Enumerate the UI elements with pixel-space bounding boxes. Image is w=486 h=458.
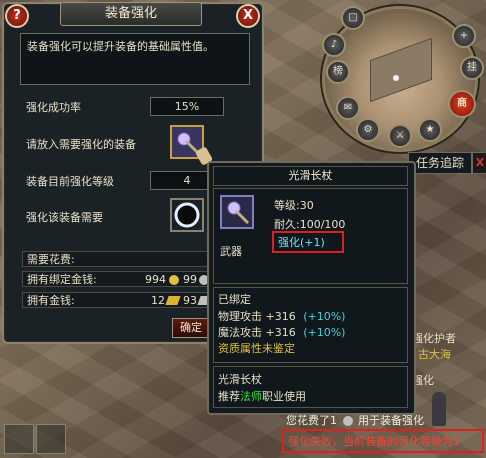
npc-name: 古大海 xyxy=(418,348,451,361)
minimap-rank-button[interactable]: 榜 xyxy=(326,60,350,84)
minimap-building xyxy=(370,37,432,103)
minimap-sword-button[interactable]: ⚔ xyxy=(388,124,412,148)
enhance-description: 装备强化可以提升装备的基础属性值。 xyxy=(20,33,250,85)
minimap-zoom-button[interactable]: + xyxy=(452,24,476,48)
recommend-class: 法师 xyxy=(240,390,262,403)
panel-title: 装备强化 xyxy=(60,2,202,26)
tooltip-title: 光滑长杖 xyxy=(213,166,408,186)
tooltip-attr1: 物理攻击 +316 (+10%) xyxy=(218,310,346,323)
money-value-2: 93 xyxy=(183,294,197,307)
quest-tracker-tab[interactable]: 任务追踪 xyxy=(408,152,472,174)
tooltip-level: 等级:30 xyxy=(274,199,314,212)
bound-money-value: 994 xyxy=(145,273,166,286)
attr2-bonus: (+10%) xyxy=(303,326,346,339)
tooltip-recommend: 推荐法师职业使用 xyxy=(218,390,306,403)
player-marker-icon xyxy=(393,75,399,81)
shop-button[interactable]: 商 xyxy=(448,90,476,118)
tooltip-durability: 耐久:100/100 xyxy=(274,218,346,231)
action-slot-2[interactable] xyxy=(36,424,66,454)
minimap-mail-button[interactable]: ✉ xyxy=(336,96,360,120)
tooltip-footer-box: 光滑长杖 推荐法师职业使用 xyxy=(213,366,408,408)
help-button[interactable]: ? xyxy=(5,4,29,28)
tooltip-attr2: 魔法攻击 +316 (+10%) xyxy=(218,326,346,339)
minimap-music-button[interactable]: ♪ xyxy=(322,33,346,57)
minimap-settings-button[interactable]: ⚙ xyxy=(356,118,380,142)
chat-line-2: 强化失败，当前装备的强化等级为1 xyxy=(288,435,460,448)
requirement-label: 强化该装备需要 xyxy=(26,211,103,224)
success-rate-label: 强化成功率 xyxy=(26,101,81,114)
tooltip-footer-name: 光滑长杖 xyxy=(218,373,262,386)
item-tooltip: 光滑长杖 等级:30 耐久:100/100 强化(+1) 武器 已绑定 物理攻击… xyxy=(207,161,416,415)
gold-ingot-icon xyxy=(165,296,181,305)
tooltip-header-box: 等级:30 耐久:100/100 强化(+1) 武器 xyxy=(213,188,408,284)
silver-coin-icon xyxy=(342,416,353,426)
failure-message-frame: 强化失败，当前装备的强化等级为1 xyxy=(282,429,484,453)
quest-tracker-label: 任务追踪 xyxy=(415,156,464,170)
action-slot-1[interactable] xyxy=(4,424,34,454)
tooltip-type: 武器 xyxy=(220,245,242,258)
success-rate-value: 15% xyxy=(150,97,224,116)
minimap-star-button[interactable]: ★ xyxy=(418,118,442,142)
enhance-stone-icon xyxy=(174,202,200,228)
confirm-button[interactable]: 确定 xyxy=(172,318,210,338)
auto-play-button[interactable]: 挂 xyxy=(460,56,484,80)
staff-icon xyxy=(227,201,250,225)
chat-line-1: 您花费了1 用于装备强化 xyxy=(286,414,424,427)
tooltip-stats-box: 已绑定 物理攻击 +316 (+10%) 魔法攻击 +316 (+10%) 资质… xyxy=(213,287,408,363)
money-value: 12 xyxy=(151,294,165,307)
attr1-bonus: (+10%) xyxy=(303,310,346,323)
tooltip-unidentified: 资质属性未鉴定 xyxy=(218,342,295,355)
place-item-label: 请放入需要强化的装备 xyxy=(26,138,136,151)
tooltip-bound: 已绑定 xyxy=(218,293,251,306)
bound-money-value-2: 99 xyxy=(183,273,197,286)
tooltip-item-icon xyxy=(220,195,254,229)
tooltip-enhance: 强化(+1) xyxy=(278,236,325,249)
npc-figure[interactable] xyxy=(432,392,446,426)
current-level-label: 装备目前强化等级 xyxy=(26,175,114,188)
close-button[interactable]: X xyxy=(236,4,260,28)
material-slot[interactable] xyxy=(170,198,204,232)
enhance-highlight-frame: 强化(+1) xyxy=(272,231,344,253)
gold-coin-icon xyxy=(169,275,179,285)
minimap-window-button[interactable]: □ xyxy=(341,6,365,30)
quest-tracker-close-button[interactable]: X xyxy=(472,152,486,174)
npc-title: 强化护者 xyxy=(412,332,456,345)
